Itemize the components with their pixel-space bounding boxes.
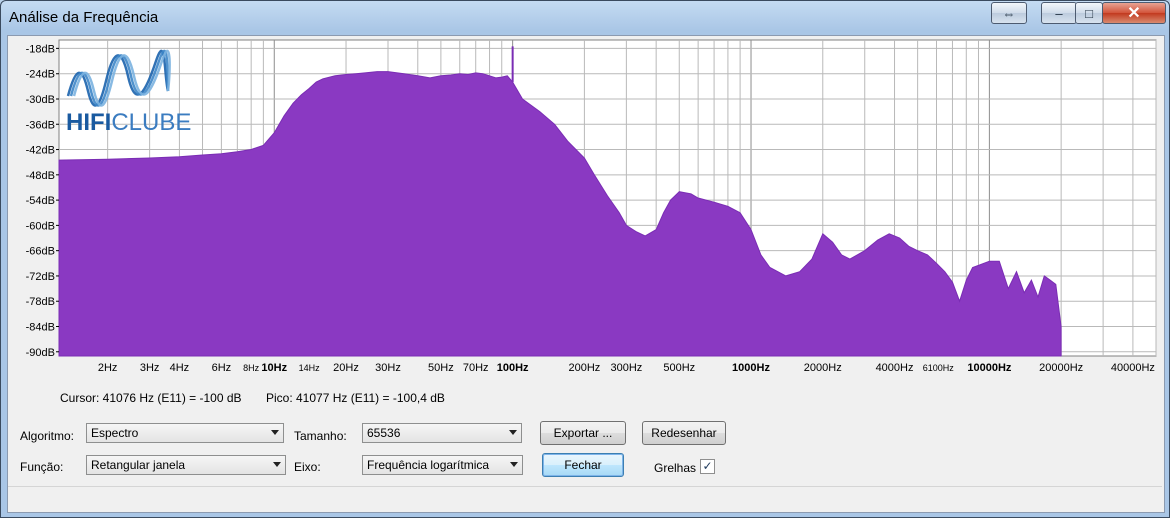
y-tick-label: -18dB xyxy=(26,43,55,55)
maximize-button[interactable]: □ xyxy=(1075,2,1103,24)
x-tick-label: 4000Hz xyxy=(876,362,914,374)
export-button[interactable]: Exportar ... xyxy=(540,421,626,445)
x-tick-label: 40000Hz xyxy=(1111,362,1155,374)
close-button[interactable]: Fechar xyxy=(542,453,624,477)
spectrum-plot[interactable]: -18dB -24dB -30dB -36dB -42dB -48dB -54dB -60dB… xyxy=(8,36,1162,384)
x-tick-label: 3Hz xyxy=(140,362,160,374)
redraw-button[interactable]: Redesenhar xyxy=(642,421,726,445)
function-select[interactable]: Retangular janela xyxy=(86,455,286,475)
cursor-readout: Cursor: 41076 Hz (E11) = -100 dB xyxy=(60,391,242,405)
spectrum-chart: -18dB -24dB -30dB -36dB -42dB -48dB -54dB -60dB… xyxy=(8,36,1162,384)
x-tick-label: 6Hz xyxy=(212,362,232,374)
x-tick-label: 20000Hz xyxy=(1039,362,1083,374)
algorithm-value: Espectro xyxy=(91,426,139,440)
size-select[interactable]: 65536 xyxy=(362,423,522,443)
axis-label: Eixo: xyxy=(294,460,321,474)
x-tick-label: 4Hz xyxy=(170,362,190,374)
logo-text: HIFICLUBE xyxy=(66,109,191,136)
x-tick-label: 500Hz xyxy=(663,362,695,374)
chevron-down-icon xyxy=(273,462,281,467)
x-tick-label: 1000Hz xyxy=(732,362,770,374)
x-tick-label: 20Hz xyxy=(333,362,359,374)
status-bar xyxy=(8,486,1162,511)
x-tick-label: 8Hz xyxy=(243,363,260,373)
grids-label: Grelhas xyxy=(654,461,697,475)
dialog-client-area: -18dB -24dB -30dB -36dB -42dB -48dB -54dB -60dB… xyxy=(7,35,1165,513)
size-value: 65536 xyxy=(367,426,401,440)
x-tick-label: 14Hz xyxy=(299,363,321,373)
x-tick-label: 2000Hz xyxy=(804,362,842,374)
restore-icon[interactable]: ⇔ xyxy=(991,2,1027,24)
window-title: Análise da Frequência xyxy=(9,9,159,26)
x-tick-label: 50Hz xyxy=(428,362,454,374)
y-tick-label: -84dB xyxy=(26,322,55,334)
x-tick-label: 10000Hz xyxy=(967,362,1012,374)
y-tick-label: -90dB xyxy=(26,347,55,359)
y-tick-label: -36dB xyxy=(26,119,55,131)
y-tick-label: -54dB xyxy=(26,195,55,207)
function-value: Retangular janela xyxy=(91,458,186,472)
y-tick-label: -66dB xyxy=(26,246,55,258)
y-tick-label: -60dB xyxy=(26,220,55,232)
algorithm-label: Algoritmo: xyxy=(20,429,75,443)
peak-readout: Pico: 41077 Hz (E11) = -100,4 dB xyxy=(266,391,445,405)
y-tick-label: -78dB xyxy=(26,296,55,308)
y-tick-label: -24dB xyxy=(26,69,55,81)
algorithm-select[interactable]: Espectro xyxy=(86,423,284,443)
chevron-down-icon xyxy=(510,462,518,467)
minimize-button[interactable]: – xyxy=(1041,2,1077,24)
close-window-button[interactable]: ✕ xyxy=(1102,2,1166,24)
y-tick-label: -48dB xyxy=(26,170,55,182)
x-tick-label: 6100Hz xyxy=(923,363,955,373)
grids-checkbox[interactable]: ✓ xyxy=(700,459,715,474)
function-label: Função: xyxy=(20,460,64,474)
size-label: Tamanho: xyxy=(294,429,347,443)
title-bar[interactable]: Análise da Frequência ⇔ – □ ✕ xyxy=(1,1,1169,35)
x-tick-label: 300Hz xyxy=(610,362,642,374)
x-tick-label: 30Hz xyxy=(375,362,401,374)
axis-select[interactable]: Frequência logarítmica xyxy=(362,455,523,475)
chevron-down-icon xyxy=(509,430,517,435)
y-tick-label: -72dB xyxy=(26,271,55,283)
y-tick-label: -42dB xyxy=(26,145,55,157)
x-tick-label: 200Hz xyxy=(569,362,601,374)
frequency-analysis-window: Análise da Frequência ⇔ – □ ✕ -18dB -24dB… xyxy=(0,0,1170,518)
x-tick-label: 10Hz xyxy=(261,362,287,374)
y-tick-label: -30dB xyxy=(26,94,55,106)
x-tick-label: 2Hz xyxy=(98,362,118,374)
axis-value: Frequência logarítmica xyxy=(367,458,490,472)
x-tick-label: 100Hz xyxy=(497,362,529,374)
chevron-down-icon xyxy=(271,430,279,435)
x-tick-label: 70Hz xyxy=(463,362,489,374)
